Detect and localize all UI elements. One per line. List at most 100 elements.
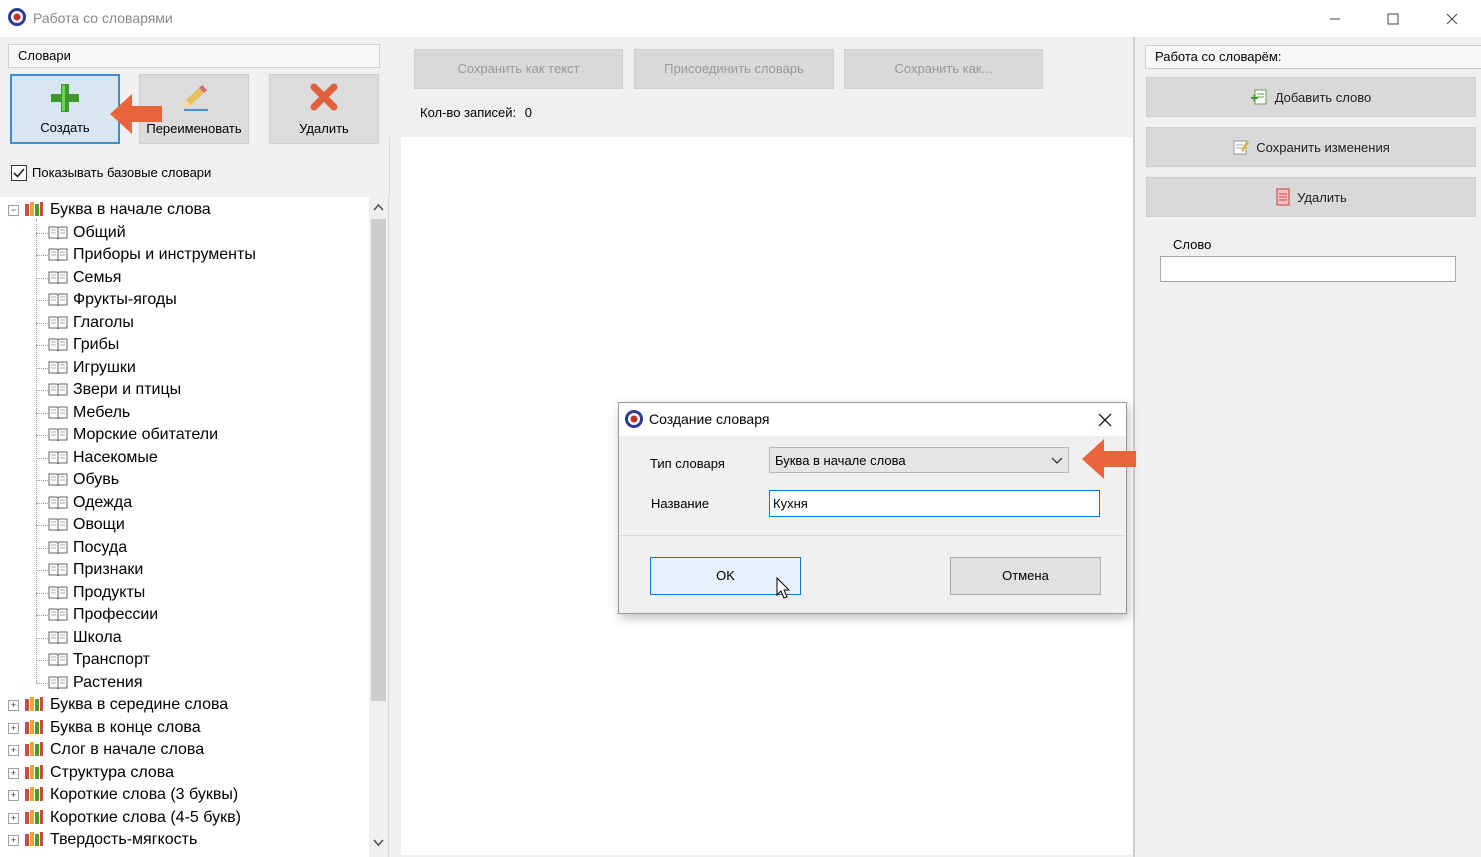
- book-icon: [48, 586, 68, 599]
- tree-dictionary-item[interactable]: Семья: [48, 267, 121, 289]
- tree-dictionary-item[interactable]: Посуда: [48, 537, 127, 559]
- dictionary-tree[interactable]: − Буква в начале слова Общий Приборы и инст…: [0, 197, 389, 857]
- save-as-button[interactable]: Сохранить как...: [844, 49, 1043, 89]
- tree-dictionary-item[interactable]: Школа: [48, 627, 122, 649]
- tree-dictionary-item[interactable]: Признаки: [48, 559, 143, 581]
- save-as-text-button[interactable]: Сохранить как текст: [414, 49, 623, 89]
- add-word-label: Добавить слово: [1274, 89, 1372, 105]
- tree-connector: [36, 390, 48, 391]
- add-word-button[interactable]: Добавить слово: [1146, 77, 1476, 117]
- tree-group-item[interactable]: + Структура слова: [8, 762, 174, 784]
- cancel-button[interactable]: Отмена: [950, 557, 1101, 595]
- expand-icon[interactable]: +: [8, 722, 19, 734]
- show-base-checkbox[interactable]: [11, 165, 27, 181]
- delete-word-button[interactable]: Удалить: [1146, 177, 1476, 217]
- tree-dictionary-item[interactable]: Овощи: [48, 514, 125, 536]
- expand-icon[interactable]: +: [8, 812, 19, 824]
- tree-dictionary-item[interactable]: Общий: [48, 222, 126, 244]
- book-icon: [48, 541, 68, 554]
- tree-dictionary-item[interactable]: Игрушки: [48, 357, 136, 379]
- book-icon: [48, 518, 68, 531]
- delete-dictionary-button[interactable]: Удалить: [269, 74, 379, 144]
- tree-connector: [36, 435, 48, 436]
- tree-dictionary-label: Транспорт: [73, 651, 150, 668]
- tree-dictionary-item[interactable]: Продукты: [48, 582, 145, 604]
- show-base-label[interactable]: Показывать базовые словари: [32, 165, 211, 180]
- dialog-close-icon[interactable]: [1098, 413, 1112, 427]
- expand-icon[interactable]: +: [8, 745, 19, 756]
- tree-group-item[interactable]: + Твердость-мягкость: [8, 829, 197, 851]
- dictionary-group-icon: [25, 719, 43, 734]
- tree-group-item[interactable]: + Буква в конце слова: [8, 717, 201, 739]
- tree-dictionary-item[interactable]: Приборы и инструменты: [48, 244, 256, 266]
- tree-dictionary-item[interactable]: Звери и птицы: [48, 379, 181, 401]
- attach-dictionary-button[interactable]: Присоединить словарь: [634, 49, 834, 89]
- tree-group-label: Буква в середине слова: [50, 696, 229, 713]
- tree-dictionary-item[interactable]: Профессии: [48, 604, 158, 626]
- save-changes-label: Сохранить изменения: [1256, 139, 1390, 155]
- scroll-up-icon[interactable]: [373, 203, 384, 211]
- tree-connector: [36, 345, 48, 346]
- tree-dictionary-item[interactable]: Грибы: [48, 334, 119, 356]
- collapse-icon[interactable]: −: [8, 205, 19, 216]
- plus-icon: [51, 84, 79, 112]
- tree-dictionary-item[interactable]: Глаголы: [48, 312, 134, 334]
- tree-group-item[interactable]: − Буква в начале слова: [8, 199, 211, 221]
- tree-dictionary-label: Одежда: [73, 493, 133, 511]
- book-icon: [48, 496, 68, 509]
- book-icon: [48, 473, 68, 486]
- tree-group-item[interactable]: + Короткие слова (3 буквы): [8, 784, 238, 806]
- tree-connector: [36, 525, 48, 526]
- scroll-thumb[interactable]: [371, 219, 386, 701]
- tree-dictionary-item[interactable]: Морские обитатели: [48, 424, 218, 446]
- tree-dictionary-label: Растения: [73, 673, 143, 691]
- tree-dictionary-item[interactable]: Транспорт: [48, 649, 150, 671]
- tree-connector: [36, 255, 48, 256]
- dictionary-group-icon: [25, 809, 43, 824]
- close-icon[interactable]: [1429, 0, 1475, 37]
- book-icon: [48, 451, 68, 464]
- book-icon: [48, 383, 68, 396]
- expand-icon[interactable]: +: [8, 767, 19, 779]
- maximize-icon[interactable]: [1370, 0, 1416, 37]
- tree-dictionary-item[interactable]: Растения: [48, 672, 143, 694]
- scroll-down-icon[interactable]: [373, 839, 384, 847]
- tree-group-item[interactable]: + Короткие слова (4-5 букв): [8, 807, 241, 829]
- create-button[interactable]: Создать: [10, 74, 120, 144]
- tree-connector: [36, 682, 48, 684]
- tree-connector: [36, 277, 48, 279]
- tree-dictionary-item[interactable]: Мебель: [48, 402, 130, 424]
- minimize-icon[interactable]: [1312, 0, 1358, 37]
- tree-dictionary-item[interactable]: Насекомые: [48, 447, 158, 469]
- save-changes-button[interactable]: Сохранить изменения: [1146, 127, 1476, 167]
- save-edit-icon: [1233, 140, 1250, 155]
- mouse-cursor-icon: [776, 577, 791, 599]
- word-input[interactable]: [1160, 256, 1456, 282]
- tree-group-item[interactable]: + Слог в начале слова: [8, 739, 204, 761]
- tree-scrollbar[interactable]: [369, 197, 388, 857]
- tree-group-item[interactable]: + Буква в середине слова: [8, 694, 228, 716]
- tree-dictionary-label: Грибы: [73, 336, 120, 353]
- tree-dictionary-item[interactable]: Фрукты-ягоды: [48, 289, 177, 311]
- expand-icon[interactable]: +: [8, 835, 19, 846]
- tree-dictionary-item[interactable]: Обувь: [48, 469, 119, 491]
- tree-connector: [36, 615, 48, 616]
- expand-icon[interactable]: +: [8, 790, 19, 801]
- tree-connector: [36, 502, 48, 504]
- book-icon: [48, 361, 68, 374]
- name-input[interactable]: [769, 490, 1100, 517]
- type-select[interactable]: Буква в начале слова: [769, 447, 1069, 473]
- tree-dictionary-label: Игрушки: [73, 358, 136, 376]
- book-icon: [48, 226, 68, 239]
- delete-dictionary-button-label: Удалить: [299, 121, 349, 136]
- word-panel-header: Работа со словарём:: [1145, 45, 1481, 69]
- tree-dictionary-label: Морские обитатели: [73, 426, 219, 443]
- tree-dictionary-label: Общий: [73, 223, 126, 241]
- tree-group-label: Короткие слова (4-5 букв): [50, 808, 241, 826]
- dictionary-group-icon: [25, 202, 43, 216]
- tree-connector: [36, 570, 48, 571]
- tree-dictionary-item[interactable]: Одежда: [48, 492, 132, 514]
- word-label: Слово: [1173, 237, 1212, 252]
- expand-icon[interactable]: +: [8, 700, 19, 711]
- tree-dictionary-label: Звери и птицы: [73, 381, 182, 398]
